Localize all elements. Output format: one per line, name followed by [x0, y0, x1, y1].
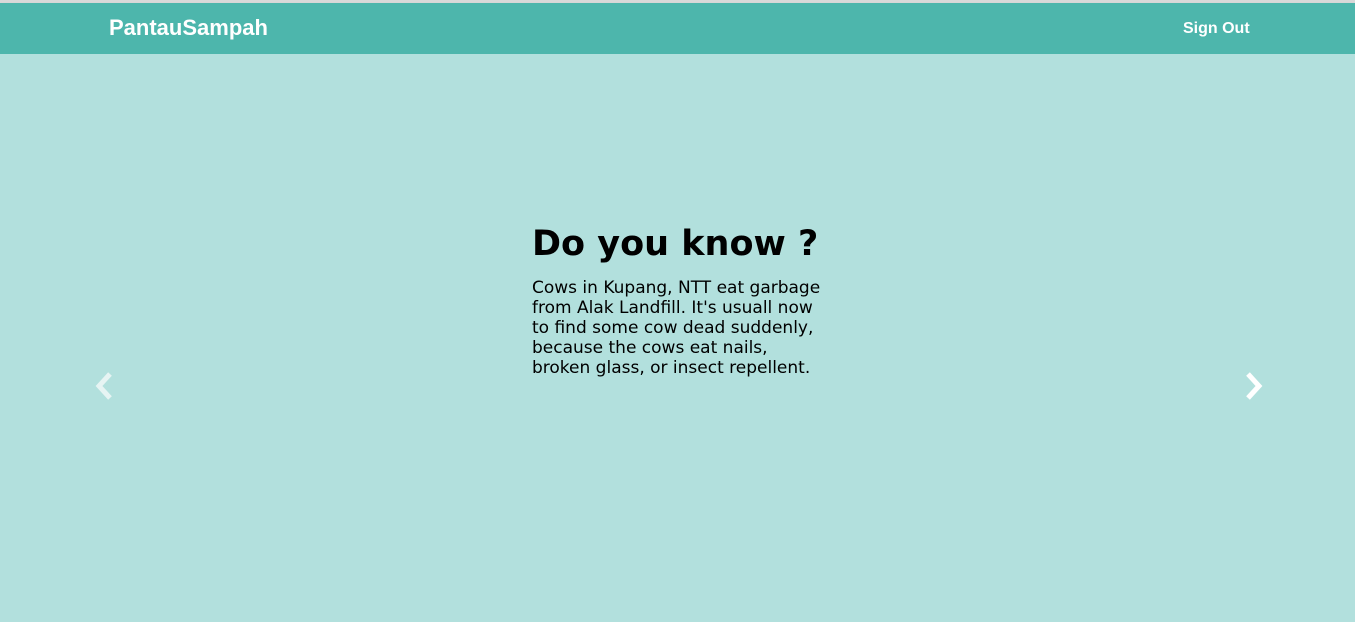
slide-text: Cows in Kupang, NTT eat garbage from Ala…	[532, 278, 821, 378]
carousel-prev-button[interactable]	[90, 368, 120, 404]
carousel: Do you know ? Cows in Kupang, NTT eat ga…	[0, 54, 1355, 622]
slide-title: Do you know ?	[532, 224, 819, 264]
chevron-left-icon	[95, 372, 112, 400]
brand-logo[interactable]: PantauSampah	[109, 15, 268, 41]
chevron-right-icon	[1246, 372, 1263, 400]
sign-out-link[interactable]: Sign Out	[1183, 19, 1250, 39]
carousel-next-button[interactable]	[1238, 368, 1268, 404]
carousel-slide: Do you know ? Cows in Kupang, NTT eat ga…	[532, 224, 832, 378]
navbar: PantauSampah Sign Out	[0, 3, 1355, 56]
